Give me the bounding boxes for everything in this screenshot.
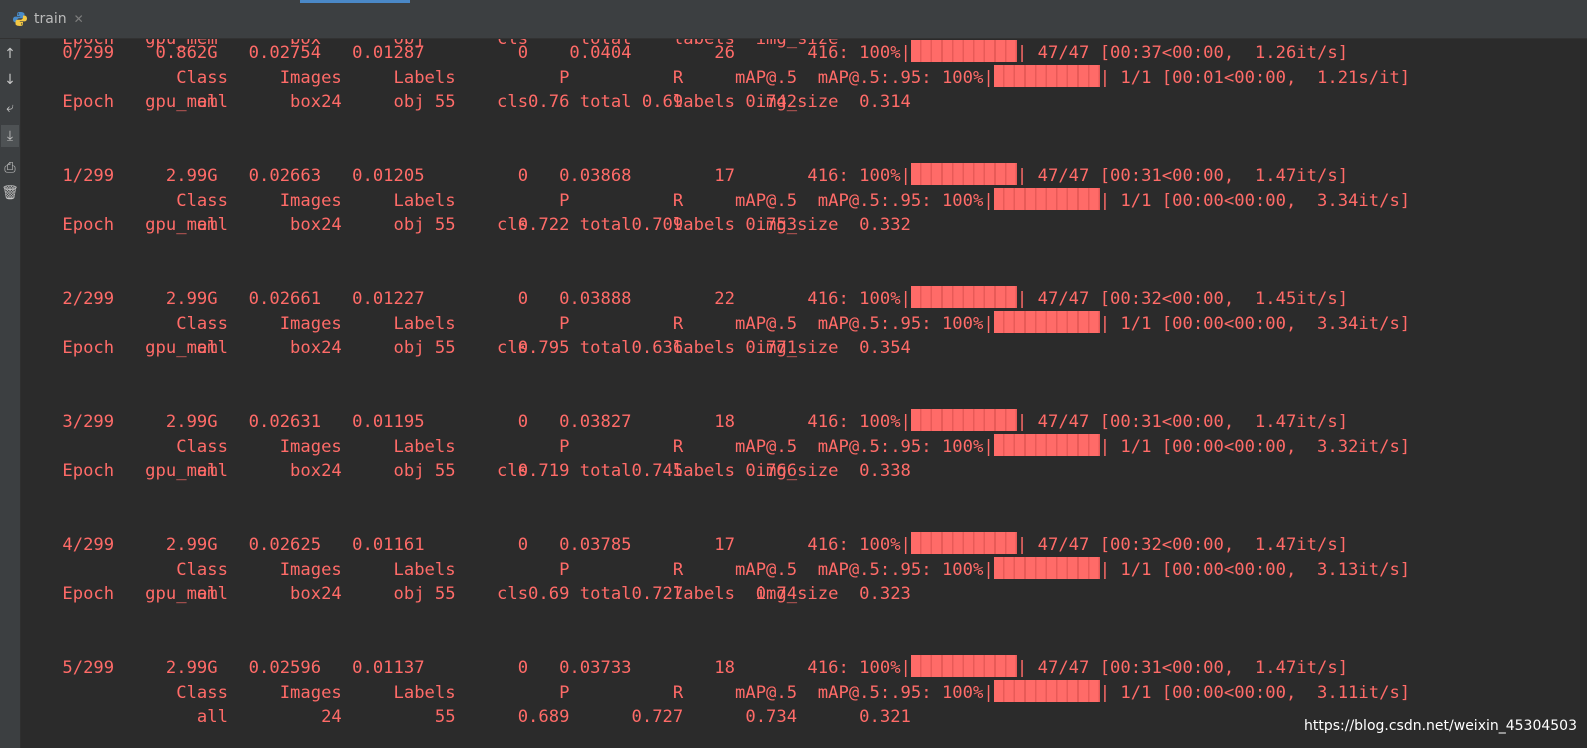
epoch-train-line: 4/299 2.99G 0.02625 0.01161 0 0.03785 17… [21, 532, 1349, 558]
progress-bar [910, 286, 1017, 308]
epoch-train-line-tail: | 47/47 [00:31<00:00, 1.47it/s] [1016, 658, 1349, 678]
watermark: https://blog.csdn.net/weixin_45304503 [1303, 718, 1577, 734]
progress-bar [910, 163, 1017, 185]
epoch-train-line-text: 0/299 0.862G 0.02754 0.01287 0 0.0404 26… [21, 43, 911, 63]
epoch-class-line-text: Class Images Labels P R mAP@.5 mAP@.5:.9… [21, 313, 994, 334]
tab-title: train [34, 11, 67, 27]
epoch-train-line: 2/299 2.99G 0.02661 0.01227 0 0.03888 22… [21, 286, 1349, 312]
progress-bar [993, 187, 1100, 210]
python-icon [13, 12, 27, 26]
epoch-header-line: Epoch gpu_mem box obj cls total labels i… [21, 90, 838, 115]
scroll-up-button[interactable]: ↑ [1, 43, 19, 65]
progress-bar [993, 433, 1100, 456]
clear-all-button[interactable]: 🗑 [1, 182, 19, 204]
progress-bar [910, 532, 1017, 554]
epoch-train-line-tail: | 47/47 [00:31<00:00, 1.47it/s] [1016, 412, 1349, 432]
close-icon[interactable]: ✕ [74, 12, 84, 26]
progress-bar [910, 655, 1017, 677]
epoch-class-line-tail: | 1/1 [00:00<00:00, 3.13it/s] [1099, 559, 1411, 580]
epoch-train-line-text: 5/299 2.99G 0.02596 0.01137 0 0.03733 18… [21, 658, 911, 678]
epoch-header-line: Epoch gpu_mem box obj cls total labels i… [21, 459, 838, 484]
epoch-header-line-text: Epoch gpu_mem box obj cls total labels i… [21, 338, 839, 359]
tab-accent-bar [300, 0, 410, 3]
epoch-train-line: 3/299 2.99G 0.02631 0.01195 0 0.03827 18… [21, 409, 1349, 435]
epoch-class-line-text: Class Images Labels P R mAP@.5 mAP@.5:.9… [21, 190, 994, 211]
epoch-all-line: all 24 55 0.689 0.727 0.734 0.321 [21, 705, 911, 730]
epoch-class-line-text: Class Images Labels P R mAP@.5 mAP@.5:.9… [21, 682, 994, 703]
epoch-class-line: Class Images Labels P R mAP@.5 mAP@.5:.9… [21, 310, 1411, 337]
epoch-class-line-tail: | 1/1 [00:00<00:00, 3.34it/s] [1099, 190, 1411, 211]
epoch-class-line-text: Class Images Labels P R mAP@.5 mAP@.5:.9… [21, 67, 994, 88]
epoch-header-line: Epoch gpu_mem box obj cls total labels i… [21, 582, 838, 607]
run-tab-train[interactable]: train ✕ [0, 0, 86, 38]
soft-wrap-button[interactable]: ⤶ [1, 97, 19, 119]
epoch-class-line: Class Images Labels P R mAP@.5 mAP@.5:.9… [21, 679, 1411, 706]
editor-tab-bar: train ✕ [0, 0, 1587, 39]
scroll-down-button[interactable]: ↓ [1, 69, 19, 91]
progress-bar [910, 409, 1017, 431]
epoch-train-line: 0/299 0.862G 0.02754 0.01287 0 0.0404 26… [21, 40, 1349, 66]
progress-bar [993, 556, 1100, 579]
epoch-train-line-tail: | 47/47 [00:32<00:00, 1.45it/s] [1016, 289, 1349, 309]
epoch-train-line: 1/299 2.99G 0.02663 0.01205 0 0.03868 17… [21, 163, 1349, 189]
epoch-train-line-text: 2/299 2.99G 0.02661 0.01227 0 0.03888 22… [21, 289, 911, 309]
epoch-header-line: Epoch gpu_mem box obj cls total labels i… [21, 336, 838, 361]
epoch-train-line-text: 3/299 2.99G 0.02631 0.01195 0 0.03827 18… [21, 412, 911, 432]
epoch-train-line-text: 1/299 2.99G 0.02663 0.01205 0 0.03868 17… [21, 166, 911, 186]
epoch-header-line-text: Epoch gpu_mem box obj cls total labels i… [21, 584, 839, 605]
epoch-class-line-tail: | 1/1 [00:00<00:00, 3.32it/s] [1099, 436, 1411, 457]
epoch-class-line: Class Images Labels P R mAP@.5 mAP@.5:.9… [21, 556, 1411, 583]
scroll-to-end-button[interactable]: ⤓ [1, 125, 19, 147]
epoch-train-line-tail: | 47/47 [00:31<00:00, 1.47it/s] [1016, 166, 1349, 186]
progress-bar [910, 40, 1017, 62]
run-console-output[interactable]: Epoch gpu_mem box obj cls total labels i… [21, 39, 1587, 748]
epoch-all-line-text: all 24 55 0.689 0.727 0.734 0.321 [21, 707, 911, 728]
epoch-header-line-text: Epoch gpu_mem box obj cls total labels i… [21, 461, 839, 482]
epoch-train-line-text: 4/299 2.99G 0.02625 0.01161 0 0.03785 17… [21, 535, 911, 555]
console-toolbar: ↑ ↓ ⤶ ⤓ ⎙ 🗑 [0, 39, 21, 748]
progress-bar [993, 64, 1100, 87]
epoch-class-line: Class Images Labels P R mAP@.5 mAP@.5:.9… [21, 187, 1411, 214]
print-button[interactable]: ⎙ [1, 157, 19, 179]
epoch-class-line-tail: | 1/1 [00:01<00:00, 1.21s/it] [1099, 67, 1411, 88]
progress-bar [993, 310, 1100, 333]
epoch-train-line: 5/299 2.99G 0.02596 0.01137 0 0.03733 18… [21, 655, 1349, 681]
epoch-class-line-text: Class Images Labels P R mAP@.5 mAP@.5:.9… [21, 436, 994, 457]
epoch-header-line-text: Epoch gpu_mem box obj cls total labels i… [21, 215, 839, 236]
epoch-class-line-tail: | 1/1 [00:00<00:00, 3.34it/s] [1099, 313, 1411, 334]
epoch-header-line: Epoch gpu_mem box obj cls total labels i… [21, 213, 838, 238]
epoch-class-line-text: Class Images Labels P R mAP@.5 mAP@.5:.9… [21, 559, 994, 580]
epoch-class-line-tail: | 1/1 [00:00<00:00, 3.11it/s] [1099, 682, 1411, 703]
epoch-train-line-tail: | 47/47 [00:37<00:00, 1.26it/s] [1016, 43, 1349, 63]
epoch-class-line: Class Images Labels P R mAP@.5 mAP@.5:.9… [21, 64, 1411, 91]
epoch-class-line: Class Images Labels P R mAP@.5 mAP@.5:.9… [21, 433, 1411, 460]
epoch-header-line-text: Epoch gpu_mem box obj cls total labels i… [21, 92, 839, 113]
progress-bar [993, 679, 1100, 702]
epoch-train-line-tail: | 47/47 [00:32<00:00, 1.47it/s] [1016, 535, 1349, 555]
